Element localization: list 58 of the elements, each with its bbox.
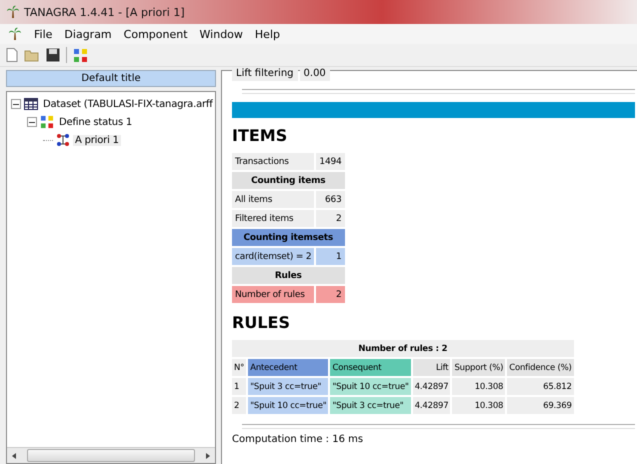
table-cell: Filtered items (232, 210, 314, 227)
table-cell: "Spuit 3 cc=true" (248, 378, 328, 395)
parameter-value: 0.00 (300, 67, 330, 81)
table-cell: 663 (316, 191, 345, 208)
menu-item[interactable]: File (34, 28, 52, 40)
section-heading: RULES (232, 313, 291, 332)
table-header: Rules (232, 267, 345, 284)
table-cell: Number of rules (232, 286, 314, 303)
folder-icon[interactable] (24, 48, 40, 62)
diagram-icon[interactable] (73, 48, 88, 62)
table-cell: 2 (232, 397, 246, 414)
table-cell: 10.308 (452, 378, 506, 395)
panel-title: Default title (6, 70, 216, 87)
menu-item[interactable]: Component (124, 28, 188, 40)
menu-item[interactable]: Window (200, 28, 243, 40)
palm-tree-icon (8, 27, 22, 41)
window-title: TANAGRA 1.4.41 - [A priori 1] (24, 6, 185, 18)
table-cell: 2 (316, 286, 345, 303)
parameter-label: Lift filtering (232, 67, 298, 81)
new-file-icon[interactable] (6, 48, 18, 62)
column-header: N° (232, 359, 246, 376)
table-caption: Number of rules : 2 (232, 340, 574, 357)
table-cell: 1 (316, 248, 345, 265)
expander-icon[interactable] (11, 99, 21, 109)
table-header: Counting itemsets (232, 229, 345, 246)
table-cell: "Spuit 10 cc=true" (330, 378, 411, 395)
column-header: Lift (412, 359, 450, 376)
table-cell: "Spuit 3 cc=true" (330, 397, 411, 414)
palm-tree-icon (6, 5, 20, 19)
expander-icon[interactable] (27, 117, 37, 127)
diagram-icon (40, 115, 54, 129)
table-cell: 2 (316, 210, 345, 227)
table-cell: 4.42897 (412, 397, 450, 414)
column-header: Confidence (%) (507, 359, 574, 376)
horizontal-scrollbar[interactable] (7, 447, 215, 463)
table-cell: Transactions (232, 153, 314, 170)
tree-item[interactable]: Dataset (TABULASI-FIX-tanagra.arff (41, 98, 215, 110)
column-header: Consequent (330, 359, 411, 376)
menu-item[interactable]: Help (254, 28, 280, 40)
menu-item[interactable]: Diagram (64, 28, 112, 40)
table-cell: 4.42897 (412, 378, 450, 395)
network-icon (56, 133, 70, 147)
table-cell: "Spuit 10 cc=true" (248, 397, 328, 414)
column-header: Support (%) (452, 359, 506, 376)
tree-item[interactable]: Define status 1 (57, 116, 134, 128)
table-header: Counting items (232, 172, 345, 189)
table-cell: All items (232, 191, 314, 208)
table-cell: 1494 (316, 153, 345, 170)
status-text: Computation time : 16 ms (232, 434, 364, 445)
table-icon (24, 98, 38, 110)
table-cell: card(itemset) = 2 (232, 248, 314, 265)
table-cell: 65.812 (507, 378, 574, 395)
table-cell: 1 (232, 378, 246, 395)
column-header: Antecedent (248, 359, 328, 376)
table-cell: 69.369 (507, 397, 574, 414)
table-cell: 10.308 (452, 397, 506, 414)
tree-item[interactable]: A priori 1 (73, 134, 121, 146)
section-heading: ITEMS (232, 126, 288, 145)
